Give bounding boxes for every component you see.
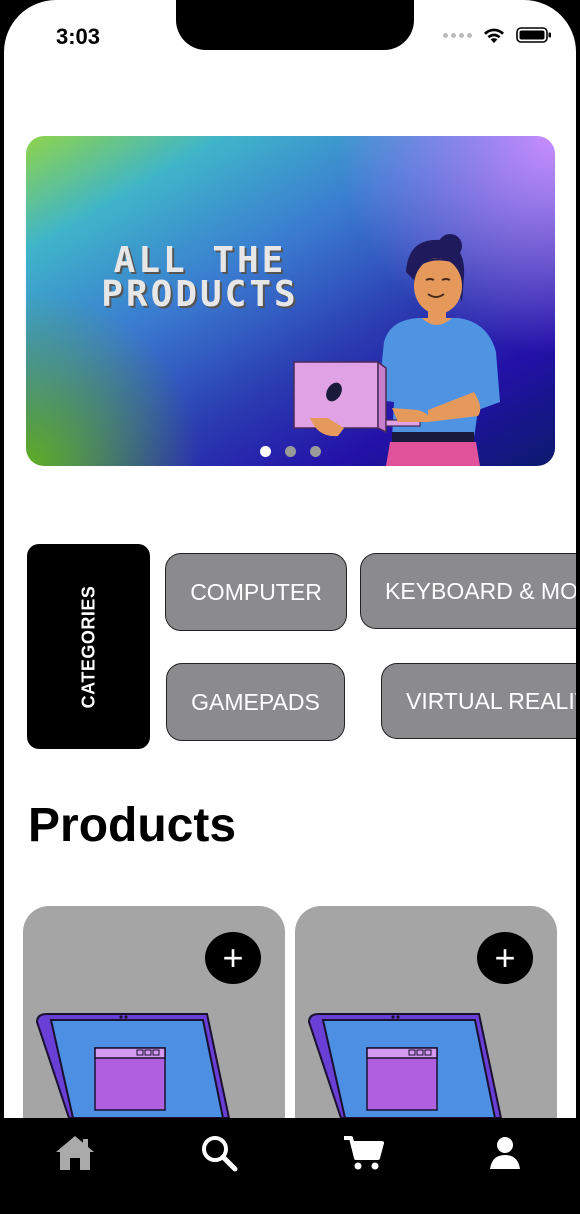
- tab-profile[interactable]: [480, 1128, 530, 1178]
- products-heading: Products: [28, 799, 237, 852]
- category-chip-computer[interactable]: COMPUTER: [165, 553, 347, 631]
- signal-icon: [443, 32, 472, 38]
- battery-icon: [516, 27, 551, 43]
- categories-label: CATEGORIES: [78, 585, 98, 708]
- status-time: 3:03: [56, 24, 101, 49]
- device-notch: [176, 0, 414, 50]
- pager-dot-2[interactable]: [285, 446, 296, 457]
- add-to-cart-button[interactable]: +: [205, 932, 261, 984]
- tab-home[interactable]: [50, 1128, 100, 1178]
- pager-dot-3[interactable]: [310, 446, 321, 457]
- category-chip-gamepads[interactable]: GAMEPADS: [166, 663, 345, 741]
- categories-block: CATEGORIES: [27, 544, 150, 749]
- woman-laptop-illustration: [293, 234, 500, 466]
- category-chip-keyboard-mouse[interactable]: KEYBOARD & MO: [360, 553, 576, 629]
- profile-icon: [490, 1137, 520, 1169]
- tablet-illustration: [307, 1013, 503, 1118]
- search-icon: [202, 1136, 238, 1172]
- category-chip-virtual-reality[interactable]: VIRTUAL REALIT: [381, 663, 576, 739]
- tab-search[interactable]: [194, 1128, 244, 1178]
- tablet-illustration: [35, 1013, 231, 1118]
- banner-pager[interactable]: [260, 446, 321, 457]
- pager-dot-1[interactable]: [260, 446, 271, 457]
- home-icon: [56, 1136, 94, 1170]
- bottom-tab-bar: [0, 1118, 580, 1214]
- tab-cart[interactable]: [338, 1128, 388, 1178]
- add-to-cart-button[interactable]: +: [477, 932, 533, 984]
- promo-banner[interactable]: ALL THE PRODUCTS: [26, 136, 555, 466]
- status-icons: [443, 26, 552, 44]
- wifi-icon: [484, 28, 504, 43]
- cart-icon: [344, 1136, 384, 1170]
- app-screen: 3:03 ALL THE PRODUCTS CATEGORIES COMPUTE…: [4, 0, 576, 1214]
